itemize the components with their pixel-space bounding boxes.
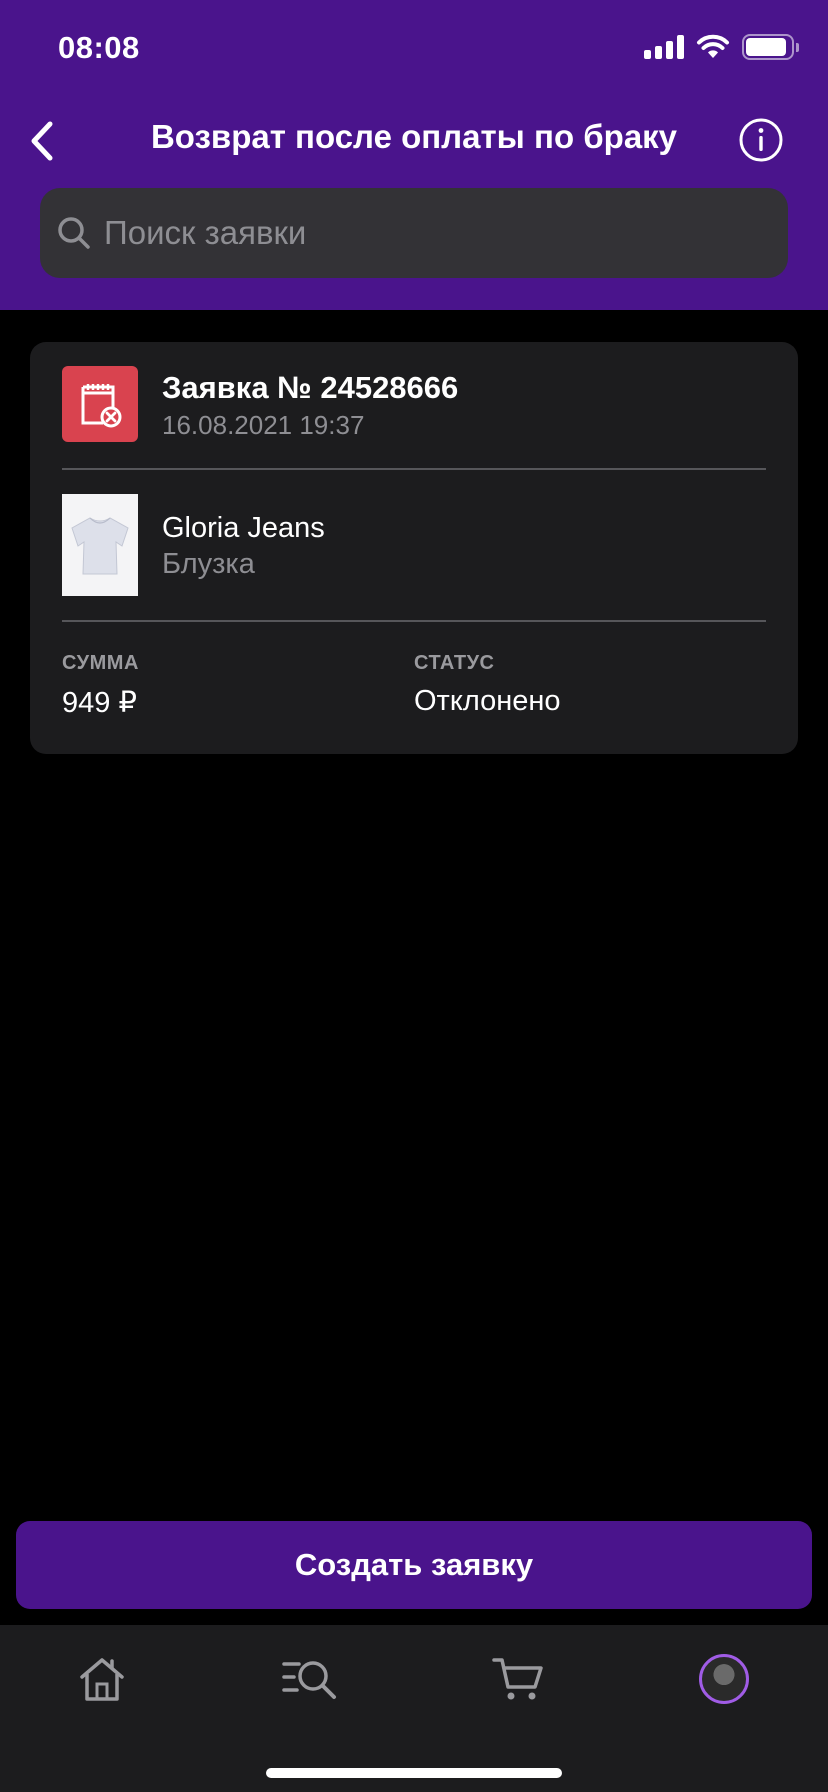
status-label: СТАТУС [414,652,495,674]
battery-icon [742,34,799,60]
product-brand: Gloria Jeans [162,512,325,544]
amount-label: СУММА [62,652,139,674]
divider [62,468,766,470]
wifi-icon [697,34,729,58]
tab-bar [0,1625,828,1792]
tab-profile[interactable] [694,1649,754,1709]
tab-catalog[interactable] [280,1649,340,1709]
chevron-left-icon [31,121,53,161]
search-input[interactable]: Поиск заявки [40,188,788,278]
status-time: 08:08 [58,30,140,65]
amount-value: 949 ₽ [62,687,137,719]
search-placeholder: Поиск заявки [104,214,307,251]
catalog-search-icon [282,1661,336,1699]
request-card[interactable]: Заявка № 24528666 16.08.2021 19:37 Glori… [30,342,798,754]
cellular-signal-icon [644,35,684,59]
search-icon [58,217,90,249]
avatar [699,1654,749,1704]
status-icons [644,34,799,60]
header: 08:08 Возврат после оплаты по браку Поис… [0,0,828,310]
request-number: Заявка № 24528666 [162,370,459,405]
product-name: Блузка [162,548,255,580]
home-icon [80,1658,124,1701]
page-title: Возврат после оплаты по браку [150,118,678,155]
tab-cart[interactable] [488,1649,548,1709]
request-date: 16.08.2021 19:37 [162,410,365,440]
tab-home[interactable] [72,1649,132,1709]
rejected-request-icon [62,366,138,442]
product-image [62,494,138,596]
cart-icon [492,1658,543,1700]
home-indicator [266,1768,562,1778]
info-icon[interactable] [738,117,784,163]
status-value: Отклонено [414,685,561,717]
divider [62,620,766,622]
back-button[interactable] [18,115,66,167]
create-request-button[interactable]: Создать заявку [16,1521,812,1609]
